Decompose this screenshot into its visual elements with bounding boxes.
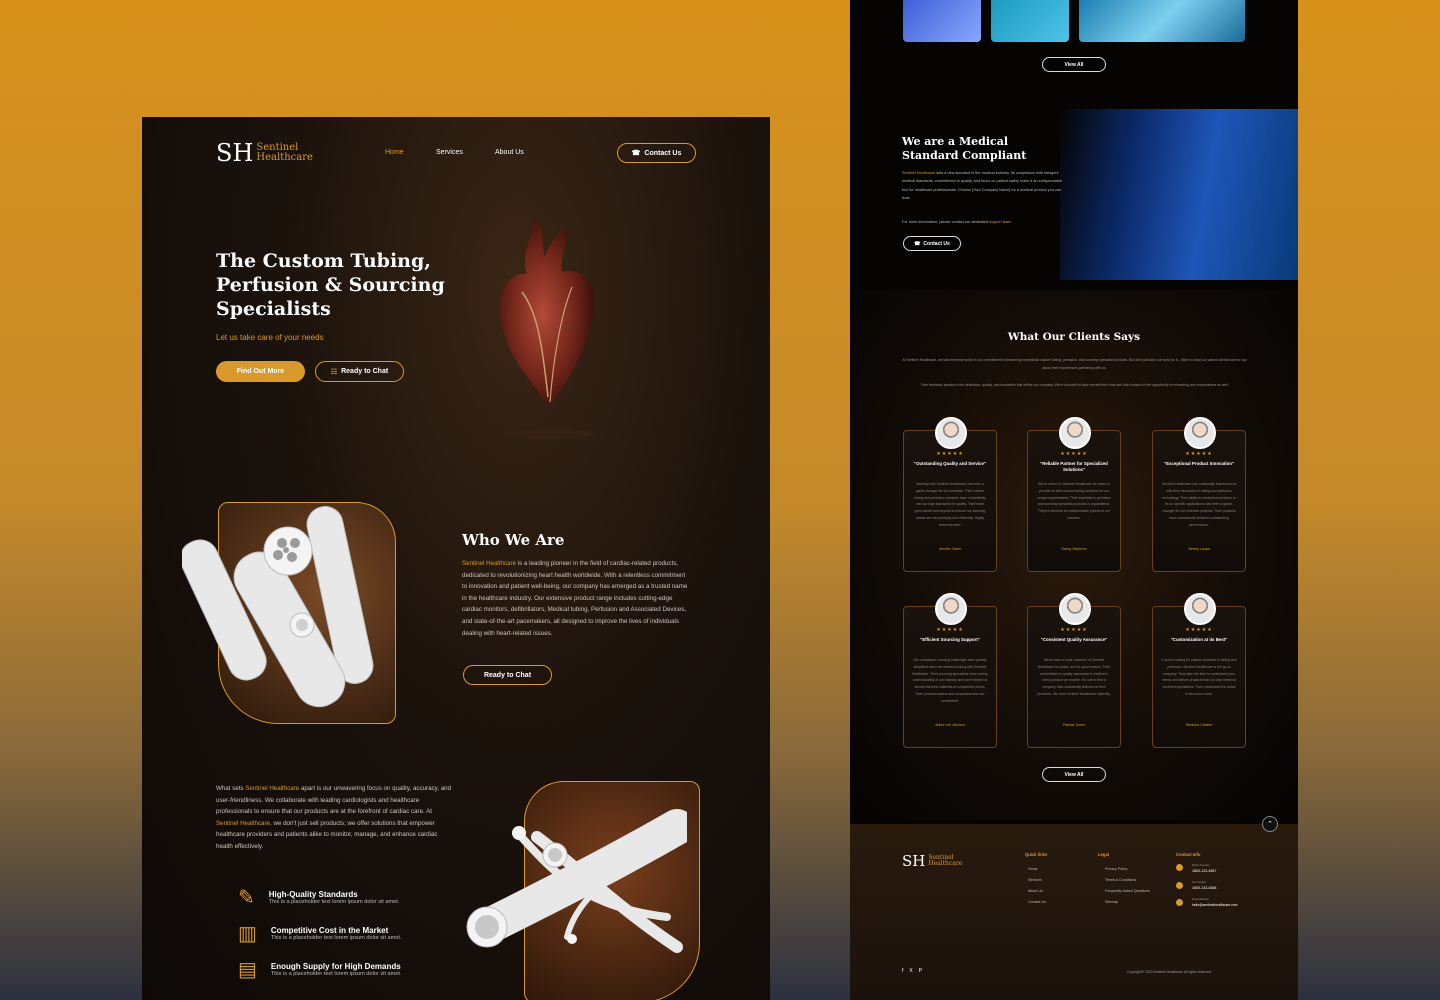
pen-icon: ✎: [238, 887, 255, 909]
testimonials-intro1: At Sentinel Healthcare, we take immense …: [902, 358, 1247, 371]
footer-email[interactable]: hello@sentinelhealthcare.com: [1192, 903, 1237, 907]
testimonial-card: ★★★★★ "Outstanding Quality and Service" …: [903, 417, 997, 572]
avatar: [1059, 593, 1091, 625]
tubing-image: [182, 506, 374, 708]
contact-us-button[interactable]: ☎ Contact Us: [617, 143, 696, 163]
copyright: Copyright© 2020 Sentinel Healthcare All …: [1127, 970, 1211, 974]
rating-stars: ★★★★★: [1185, 451, 1213, 457]
rating-stars: ★★★★★: [1060, 627, 1088, 633]
testimonial-card: ★★★★★ "Consistent Quality Assurance" We'…: [1027, 593, 1121, 748]
support-team-link[interactable]: support team.: [989, 220, 1012, 224]
phone-icon: [1176, 864, 1183, 871]
footer-link-home[interactable]: Home: [1028, 864, 1046, 875]
avatar: [1184, 417, 1216, 449]
gallery-image[interactable]: [1079, 0, 1245, 42]
compliance-body: Sentinel Healthcare sets a new standard …: [902, 171, 1062, 201]
footer-link-privacy[interactable]: Privacy Policy: [1105, 864, 1150, 875]
chat-icon: ☷: [330, 368, 338, 376]
rating-stars: ★★★★★: [1060, 451, 1088, 457]
testimonials-view-all-button[interactable]: View All: [1042, 767, 1106, 782]
testimonial-card: ★★★★★ "Reliable Partner for Specialized …: [1027, 417, 1121, 572]
surgery-image: [1060, 109, 1298, 280]
who-we-are-title: Who We Are: [462, 531, 565, 549]
chevron-up-icon: ⌃: [1267, 821, 1273, 828]
footer-link-faq[interactable]: Frequently Asked Questions: [1105, 886, 1150, 897]
feature-item: ▤ Enough Supply for High Demands This is …: [238, 959, 402, 981]
x-icon[interactable]: X: [909, 968, 912, 974]
tubing-image-2: [466, 809, 687, 953]
phone-icon: ☎: [631, 150, 641, 157]
facebook-icon[interactable]: f: [902, 968, 903, 974]
footer-phone[interactable]: 1800-123-4567: [1192, 869, 1216, 873]
contact-info-title: Contact Info: [1176, 852, 1201, 857]
who-ready-to-chat-button[interactable]: Ready to Chat: [463, 665, 552, 685]
scroll-to-top-button[interactable]: ⌃: [1262, 816, 1278, 832]
footer-link-contact[interactable]: Contact Us: [1028, 897, 1046, 908]
pinterest-icon[interactable]: P: [919, 968, 922, 974]
sets-apart-body: What sets Sentinel Healthcare apart is o…: [216, 785, 452, 850]
footer-link-sitemap[interactable]: Sitemap: [1105, 897, 1150, 908]
social-links: f X P: [902, 968, 922, 974]
fax-icon: [1176, 882, 1183, 889]
supply-icon: ▤: [238, 959, 257, 981]
testimonial-card: ★★★★★ "Efficient Sourcing Support" Our c…: [903, 593, 997, 748]
rating-stars: ★★★★★: [1185, 627, 1213, 633]
homepage-preview: SH Sentinel Healthcare Home Services Abou…: [142, 117, 770, 1000]
footer-link-services[interactable]: Services: [1028, 875, 1046, 886]
logo[interactable]: SH Sentinel Healthcare: [216, 139, 313, 167]
gallery-image[interactable]: [903, 0, 981, 42]
testimonials-title: What Our Clients Says: [1007, 331, 1141, 343]
avatar: [935, 593, 967, 625]
avatar: [1184, 593, 1216, 625]
quick-links-title: Quick links: [1025, 852, 1048, 857]
nav-services[interactable]: Services: [436, 149, 463, 156]
avatar: [1059, 417, 1091, 449]
footer-link-about[interactable]: About Us: [1028, 886, 1046, 897]
gallery-view-all-button[interactable]: View All: [1042, 57, 1106, 72]
hero-title: The Custom Tubing, Perfusion & Sourcing …: [216, 250, 445, 320]
footer-link-terms[interactable]: Terms & Conditions: [1105, 875, 1150, 886]
compliance-title: We are a Medical Standard Compliant: [902, 135, 1027, 162]
hero-tagline: Let us take care of your needs: [216, 333, 324, 342]
cost-icon: ▥: [238, 923, 257, 945]
rating-stars: ★★★★★: [936, 451, 964, 457]
legal-title: Legal: [1098, 852, 1109, 857]
testimonial-card: ★★★★★ "Customization at its Best" If you…: [1152, 593, 1246, 748]
testimonial-card: ★★★★★ "Exceptional Product Innovation" S…: [1152, 417, 1246, 572]
find-out-more-button[interactable]: Find Out More: [216, 361, 305, 382]
rating-stars: ★★★★★: [936, 627, 964, 633]
feature-item: ▥ Competitive Cost in the Market This is …: [238, 923, 402, 945]
footer-fax[interactable]: 1800-123-4568: [1192, 886, 1216, 890]
nav-home[interactable]: Home: [385, 149, 404, 156]
logo-line2: Healthcare: [256, 152, 313, 163]
nav-about[interactable]: About Us: [495, 149, 524, 156]
feature-item: ✎ High-Quality Standards This is a placeh…: [238, 887, 400, 909]
email-icon: [1176, 899, 1183, 906]
compliance-more: For more information, please contact our…: [902, 220, 1013, 224]
footer-logo[interactable]: SH Sentinel Healthcare: [902, 852, 962, 870]
compliance-contact-button[interactable]: ☎ Contact Us: [903, 236, 961, 251]
services-preview: View All We are a Medical Standard Compli…: [850, 0, 1298, 1000]
heart-image: [499, 221, 595, 439]
logo-line1: Sentinel: [256, 141, 299, 153]
gallery-image[interactable]: [991, 0, 1069, 42]
testimonials-intro2: Their feedback speaks to the dedication,…: [920, 383, 1229, 387]
phone-icon: ☎: [914, 240, 921, 247]
who-we-are-body: Sentinel Healthcare is a leading pioneer…: [462, 560, 688, 637]
quick-links-list: Home Services About Us Contact Us: [1028, 864, 1046, 908]
legal-list: Privacy Policy Terms & Conditions Freque…: [1105, 864, 1150, 908]
avatar: [935, 417, 967, 449]
ready-to-chat-button[interactable]: ☷ Ready to Chat: [315, 361, 404, 382]
